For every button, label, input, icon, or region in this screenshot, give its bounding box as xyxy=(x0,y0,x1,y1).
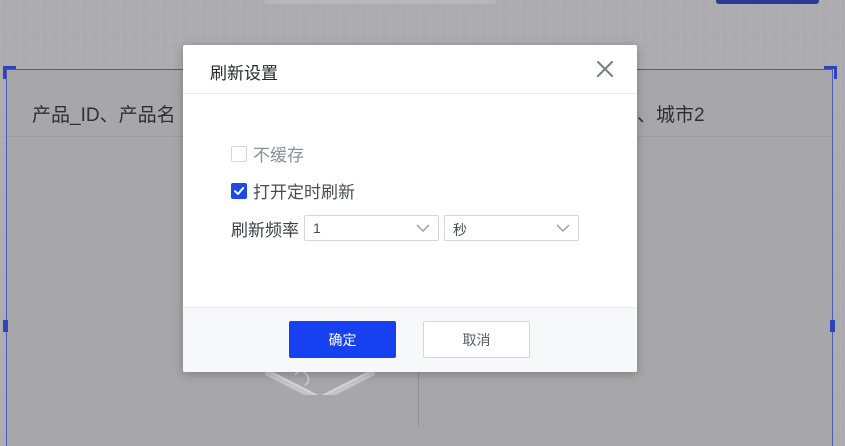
frequency-unit: 秒 xyxy=(453,222,467,238)
timer-refresh-option: 打开定时刷新 xyxy=(231,178,355,203)
confirm-button[interactable]: 确定 xyxy=(289,321,396,358)
no-cache-label: 不缓存 xyxy=(253,146,304,165)
cancel-button[interactable]: 取消 xyxy=(423,321,530,358)
frequency-unit-select[interactable]: 秒 xyxy=(444,215,579,241)
refresh-settings-dialog: 刷新设置 不缓存 打开定时刷新 刷新频率 1 秒 确定 取消 xyxy=(183,45,637,372)
no-cache-option: 不缓存 xyxy=(231,141,304,166)
refresh-frequency-label: 刷新频率 xyxy=(231,220,299,240)
timer-refresh-label: 打开定时刷新 xyxy=(253,183,355,202)
frequency-value: 1 xyxy=(313,220,321,236)
dialog-title: 刷新设置 xyxy=(210,64,278,83)
close-icon[interactable] xyxy=(595,59,615,79)
chevron-down-icon xyxy=(556,224,570,232)
dialog-header: 刷新设置 xyxy=(183,45,637,94)
chevron-down-icon xyxy=(416,224,430,232)
frequency-value-select[interactable]: 1 xyxy=(304,215,439,241)
timer-refresh-checkbox[interactable] xyxy=(231,182,247,199)
dialog-footer: 确定 取消 xyxy=(183,307,637,372)
refresh-frequency-row: 刷新频率 1 秒 xyxy=(231,215,579,241)
no-cache-checkbox[interactable] xyxy=(231,145,247,162)
check-icon xyxy=(234,186,245,195)
